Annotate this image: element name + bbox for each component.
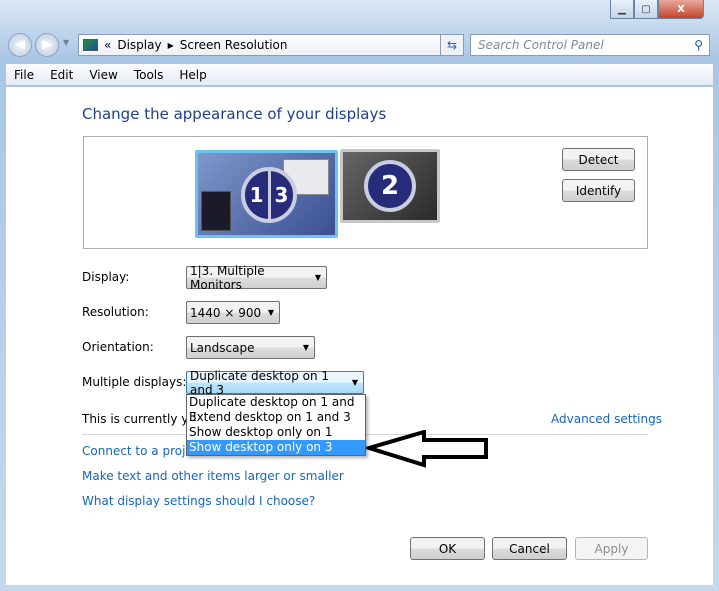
- menu-file[interactable]: File: [6, 68, 42, 82]
- monitor-2[interactable]: 2: [340, 149, 440, 223]
- forward-button[interactable]: ▶: [35, 33, 59, 57]
- connect-projector-link[interactable]: Connect to a projec: [82, 444, 199, 458]
- display-icon: [83, 39, 98, 51]
- overflow-crumbs[interactable]: «: [104, 38, 111, 52]
- resolution-select[interactable]: 1440 × 900 ▼: [186, 301, 280, 324]
- arrow-annotation: [366, 430, 488, 468]
- resolution-label: Resolution:: [82, 305, 149, 319]
- identify-button[interactable]: Identify: [562, 179, 635, 202]
- option-only-3[interactable]: Show desktop only on 3: [187, 440, 365, 455]
- search-icon[interactable]: ⚲: [694, 38, 703, 52]
- display-label: Display:: [82, 270, 130, 284]
- multiple-displays-label: Multiple displays:: [82, 375, 187, 389]
- chevron-down-icon: ▼: [302, 343, 309, 352]
- menu-bar: File Edit View Tools Help: [6, 64, 713, 86]
- option-extend[interactable]: Extend desktop on 1 and 3: [187, 410, 365, 425]
- menu-tools[interactable]: Tools: [126, 68, 172, 82]
- cancel-button[interactable]: Cancel: [492, 537, 567, 560]
- display-select[interactable]: 1|3. Multiple Monitors ▼: [186, 264, 327, 292]
- monitor-1-3[interactable]: 13: [195, 150, 338, 238]
- close-button[interactable]: X: [658, 0, 704, 19]
- chevron-down-icon: ▼: [267, 308, 274, 317]
- page-title: Change the appearance of your displays: [82, 105, 387, 123]
- ok-button[interactable]: OK: [410, 537, 485, 560]
- chevron-down-icon: ▼: [314, 273, 321, 282]
- apply-button[interactable]: Apply: [575, 537, 648, 560]
- display-help-link[interactable]: What display settings should I choose?: [82, 494, 315, 508]
- menu-view[interactable]: View: [81, 68, 125, 82]
- chevron-down-icon: ▼: [351, 378, 358, 387]
- detect-button[interactable]: Detect: [562, 148, 635, 171]
- start-menu-thumbnail: [201, 191, 231, 231]
- multiple-displays-dropdown: Duplicate desktop on 1 and 3 Extend desk…: [186, 394, 366, 456]
- address-bar[interactable]: « Display ▶ Screen Resolution ▼: [78, 34, 462, 56]
- menu-edit[interactable]: Edit: [42, 68, 81, 82]
- recent-pages-icon[interactable]: ▼: [63, 38, 69, 47]
- minimize-button[interactable]: ▁: [610, 0, 634, 19]
- monitor-number-badge: 13: [241, 167, 297, 223]
- back-button[interactable]: ◀: [8, 33, 32, 57]
- crumb-display[interactable]: Display: [117, 38, 161, 52]
- option-duplicate[interactable]: Duplicate desktop on 1 and 3: [187, 395, 365, 424]
- multiple-displays-select[interactable]: Duplicate desktop on 1 and 3 ▼: [186, 369, 364, 397]
- menu-help[interactable]: Help: [171, 68, 214, 82]
- orientation-label: Orientation:: [82, 340, 154, 354]
- advanced-settings-link[interactable]: Advanced settings: [551, 412, 662, 426]
- text-size-link[interactable]: Make text and other items larger or smal…: [82, 469, 344, 483]
- option-only-1[interactable]: Show desktop only on 1: [187, 425, 365, 440]
- crumb-screen-resolution[interactable]: Screen Resolution: [180, 38, 288, 52]
- maximize-button[interactable]: ▢: [634, 0, 658, 19]
- search-input[interactable]: Search Control Panel ⚲: [470, 34, 710, 56]
- refresh-icon[interactable]: ⇆: [440, 34, 464, 56]
- caption-buttons: ▁ ▢ X: [610, 0, 704, 20]
- monitor-number-badge: 2: [364, 160, 416, 212]
- search-placeholder: Search Control Panel: [478, 38, 604, 52]
- crumb-separator-icon[interactable]: ▶: [168, 41, 174, 50]
- orientation-select[interactable]: Landscape ▼: [186, 336, 315, 359]
